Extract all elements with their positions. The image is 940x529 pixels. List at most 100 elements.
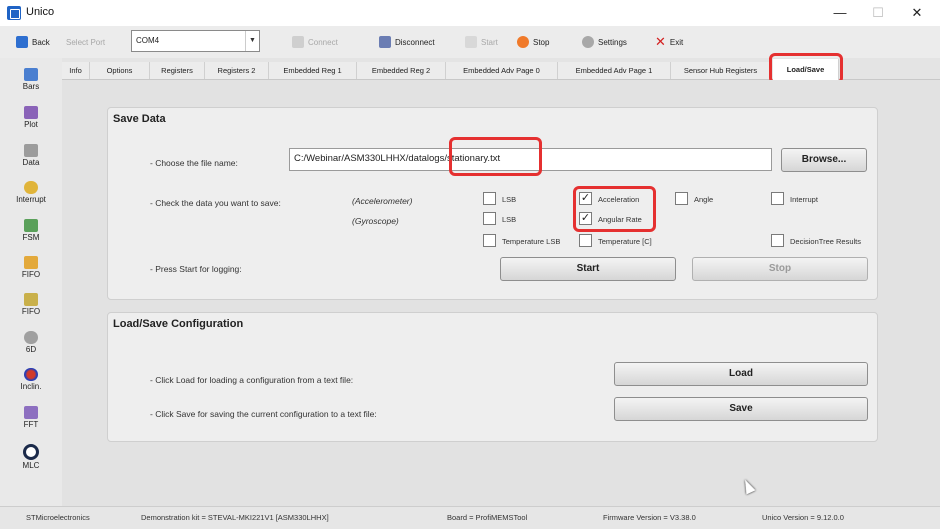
back-arrow-icon [16, 36, 28, 48]
settings-button[interactable]: Settings [582, 34, 627, 50]
exit-button[interactable]: ✕ Exit [655, 34, 683, 50]
save-button[interactable]: Save [614, 397, 868, 421]
disconnect-label: Disconnect [395, 37, 435, 47]
maximize-button[interactable]: ☐ [866, 3, 890, 23]
load-button[interactable]: Load [614, 362, 868, 386]
sidebar-item-label: Data [22, 158, 40, 167]
sidebar-item-label: MLC [22, 461, 40, 470]
temperature-lsb-checkbox[interactable] [483, 234, 496, 247]
accelerometer-label: (Accelerometer) [352, 196, 413, 206]
sidebar-item-label: FSM [22, 233, 40, 242]
inclination-icon [24, 368, 38, 381]
status-kit: Demonstration kit = STEVAL-MKI221V1 [ASM… [141, 513, 329, 522]
disconnect-button[interactable]: Disconnect [379, 34, 435, 50]
temperature-lsb-label: Temperature LSB [502, 237, 561, 246]
status-board: Board = ProfiMEMSTool [447, 513, 528, 522]
sidebar-item-mlc[interactable]: MLC [0, 444, 62, 480]
sidebar-item-6d[interactable]: 6D [0, 331, 62, 367]
tab-embedded-reg-2[interactable]: Embedded Reg 2 [357, 62, 446, 79]
sidebar-item-fft[interactable]: FFT [0, 406, 62, 442]
plot-icon [24, 106, 38, 119]
highlight-acceleration-angular-rate [573, 186, 656, 232]
port-combobox[interactable]: COM4 ▼ [131, 30, 260, 52]
select-port-button[interactable]: Select Port [66, 34, 105, 50]
sidebar-item-label: Inclin. [20, 382, 42, 391]
play-icon [465, 36, 477, 48]
connect-button[interactable]: Connect [292, 34, 338, 50]
tab-embedded-adv-page-1[interactable]: Embedded Adv Page 1 [558, 62, 671, 79]
minimize-button[interactable]: — [828, 3, 852, 23]
sidebar-item-inclination[interactable]: Inclin. [0, 368, 62, 404]
sidebar-item-fsm[interactable]: FSM [0, 219, 62, 255]
start-logging-button[interactable]: Start [500, 257, 676, 281]
start-button[interactable]: Start [465, 34, 498, 50]
browse-button[interactable]: Browse... [781, 148, 867, 172]
angle-label: Angle [694, 195, 714, 204]
sidebar-item-plot[interactable]: Plot [0, 106, 62, 142]
sidebar-item-label: FFT [23, 420, 39, 429]
gyroscope-label: (Gyroscope) [352, 216, 399, 226]
back-label: Back [32, 37, 50, 47]
accel-lsb-checkbox[interactable] [483, 192, 496, 205]
fft-icon [24, 406, 38, 419]
sidebar-item-interrupt[interactable]: Interrupt [0, 181, 62, 217]
angle-checkbox[interactable] [675, 192, 688, 205]
stop-label: Stop [533, 37, 550, 47]
mlc-icon [23, 444, 39, 460]
app-icon [7, 6, 21, 20]
sidebar: Bars Plot Data Interrupt FSM FIFO FIFO 6… [0, 58, 62, 506]
bars-icon [24, 68, 38, 81]
tab-info[interactable]: Info [62, 62, 90, 79]
status-vendor: STMicroelectronics [26, 513, 90, 522]
plug-icon [292, 36, 304, 48]
sidebar-item-label: Interrupt [16, 195, 46, 204]
tab-sensor-hub-registers[interactable]: Sensor Hub Registers [671, 62, 771, 79]
decision-tree-label: DecisionTree Results [790, 237, 861, 246]
sidebar-item-bars[interactable]: Bars [0, 68, 62, 104]
connect-label: Connect [308, 37, 338, 47]
save-config-label: - Click Save for saving the current conf… [150, 409, 377, 419]
decision-tree-checkbox[interactable] [771, 234, 784, 247]
stop-button[interactable]: Stop [517, 34, 549, 50]
sidebar-item-label: Bars [22, 82, 40, 91]
tab-registers[interactable]: Registers [150, 62, 205, 79]
tab-registers-2[interactable]: Registers 2 [205, 62, 269, 79]
sidebar-item-label: FIFO [21, 307, 41, 316]
press-start-label: - Press Start for logging: [150, 264, 242, 274]
check-data-label: - Check the data you want to save: [150, 198, 281, 208]
sidebar-item-data[interactable]: Data [0, 144, 62, 180]
close-button[interactable]: ✕ [905, 3, 929, 23]
title-bar: Unico — ☐ ✕ [0, 0, 940, 26]
temperature-c-checkbox[interactable] [579, 234, 592, 247]
fsm-icon [24, 219, 38, 232]
tab-embedded-adv-page-0[interactable]: Embedded Adv Page 0 [446, 62, 558, 79]
6d-icon [24, 331, 38, 344]
sidebar-item-fifo-2[interactable]: FIFO [0, 293, 62, 329]
sidebar-item-fifo[interactable]: FIFO [0, 256, 62, 292]
unplug-icon [379, 36, 391, 48]
config-title: Load/Save Configuration [113, 318, 244, 330]
sidebar-item-label: Plot [24, 120, 38, 129]
chevron-down-icon[interactable]: ▼ [245, 31, 259, 51]
exit-x-icon: ✕ [655, 34, 666, 49]
sidebar-item-label: 6D [25, 345, 37, 354]
temperature-c-label: Temperature [C] [598, 237, 652, 246]
interrupt-icon [24, 181, 38, 194]
save-data-title: Save Data [113, 113, 166, 125]
gyro-lsb-checkbox[interactable] [483, 212, 496, 225]
tab-options[interactable]: Options [90, 62, 150, 79]
stop-logging-button[interactable]: Stop [692, 257, 868, 281]
exit-label: Exit [669, 37, 684, 47]
status-firmware: Firmware Version = V3.38.0 [603, 513, 696, 522]
window-title: Unico [26, 6, 55, 18]
status-bar: STMicroelectronics Demonstration kit = S… [0, 506, 940, 529]
back-button[interactable]: Back [16, 34, 50, 50]
fifo-icon [24, 256, 38, 269]
stop-icon [517, 36, 529, 48]
sidebar-item-label: FIFO [21, 270, 41, 279]
status-unico-version: Unico Version = 9.12.0.0 [762, 513, 844, 522]
tab-embedded-reg-1[interactable]: Embedded Reg 1 [269, 62, 357, 79]
interrupt-checkbox[interactable] [771, 192, 784, 205]
fifo-icon [24, 293, 38, 306]
start-label: Start [481, 37, 498, 47]
